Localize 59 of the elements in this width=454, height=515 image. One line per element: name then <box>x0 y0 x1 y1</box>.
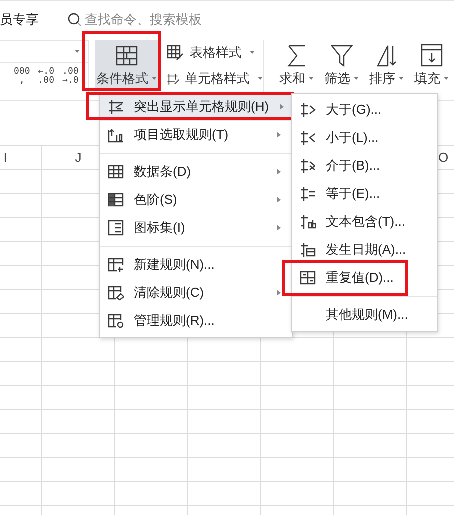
menu-item[interactable]: 图标集(I) <box>100 214 282 242</box>
column-header[interactable]: O <box>438 150 449 165</box>
style-button[interactable]: 单元格样式 <box>167 70 264 88</box>
highlight-rules-icon <box>108 99 124 115</box>
sort-button[interactable]: 排序 <box>364 38 410 92</box>
menu-item[interactable]: 介于(B)... <box>292 152 437 180</box>
sum-button[interactable]: 求和 <box>274 38 320 92</box>
top-ten-icon <box>108 127 124 143</box>
fill-down-icon <box>420 43 444 68</box>
menu-item[interactable]: 项目选取规则(T) <box>100 121 282 149</box>
number-format-button[interactable]: .00 →.0 <box>62 68 79 86</box>
menu-item[interactable]: 新建规则(N)... <box>100 251 282 279</box>
caret-icon <box>444 77 449 81</box>
caret-icon <box>152 77 157 81</box>
caret-icon <box>398 77 404 81</box>
manage-rules-icon <box>108 313 124 329</box>
conditional-format-button[interactable]: 条件格式 <box>95 40 158 90</box>
column-header[interactable]: J <box>75 150 82 165</box>
text-contains-icon <box>300 214 316 230</box>
menu-item[interactable]: 大于(G)... <box>292 96 437 124</box>
menu-item[interactable]: 发生日期(A)... <box>292 236 437 264</box>
search-field[interactable]: 查找命令、搜索模板 <box>68 12 215 27</box>
member-text[interactable]: 员专享 <box>0 10 39 28</box>
menu-item[interactable]: 数据条(D) <box>100 158 282 186</box>
filter-button[interactable]: 筛选 <box>319 38 364 92</box>
caret-icon <box>250 51 256 55</box>
duplicate-values-icon <box>300 270 316 286</box>
less-than-icon <box>300 130 316 146</box>
caret-icon <box>308 77 314 81</box>
style-button[interactable]: 表格样式 <box>167 44 264 62</box>
menu-item[interactable]: 色阶(S) <box>100 186 282 214</box>
data-bars-icon <box>108 164 124 180</box>
search-icon <box>68 12 82 26</box>
menu-item[interactable]: 等于(E)... <box>292 180 437 208</box>
equals-icon <box>300 186 316 202</box>
caret-icon <box>354 77 359 81</box>
menu-item[interactable]: 其他规则(M)... <box>292 301 437 329</box>
new-rule-icon <box>108 257 124 273</box>
grid-icon <box>116 46 138 66</box>
menu-item[interactable]: 管理规则(R)... <box>100 307 282 335</box>
caret-icon <box>258 77 264 81</box>
between-icon <box>300 158 316 174</box>
date-icon <box>300 242 316 258</box>
clear-rule-icon <box>108 285 124 301</box>
column-header[interactable]: I <box>4 150 8 165</box>
menu-item[interactable]: 小于(L)... <box>292 124 437 152</box>
sort-icon <box>374 43 399 68</box>
icon-set-icon <box>108 220 124 236</box>
number-format-button[interactable]: ←.0 .00 <box>38 68 55 86</box>
number-format-button[interactable]: 000 , <box>14 68 30 86</box>
greater-than-icon <box>300 102 316 118</box>
caret-icon <box>75 50 80 54</box>
color-scale-icon <box>108 192 124 208</box>
funnel-icon <box>330 43 354 68</box>
menu-item[interactable]: 重复值(D)... <box>292 264 401 292</box>
menu-item[interactable]: 文本包含(T)... <box>292 208 437 236</box>
table-style-icon <box>167 44 186 62</box>
menu-item[interactable]: 清除规则(C) <box>100 279 282 307</box>
fill-button[interactable]: 填充 <box>409 38 454 92</box>
